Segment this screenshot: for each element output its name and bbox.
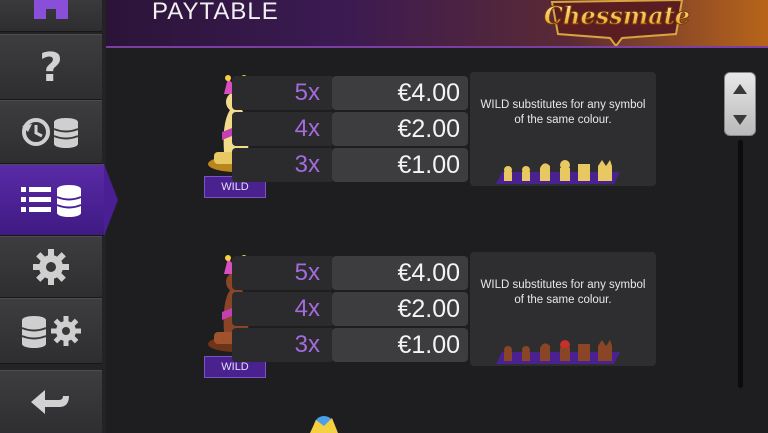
history-button[interactable] <box>0 100 102 164</box>
history-icon <box>22 118 79 148</box>
help-icon: ? <box>39 45 62 89</box>
payout-amount: €4.00 <box>332 76 468 110</box>
multiplier: 4x <box>232 292 332 326</box>
arrow-down-icon <box>733 114 747 125</box>
home-button[interactable] <box>0 0 102 32</box>
pay-row: 4x €2.00 <box>232 112 468 146</box>
payout-amount: €1.00 <box>332 148 468 182</box>
pay-row: 3x €1.00 <box>232 328 468 362</box>
settings-icon <box>33 249 69 285</box>
back-button[interactable] <box>0 370 102 433</box>
paytable-screen: PAYTABLE Chessmate ? WILD 5x €4.00 4x €2… <box>0 0 768 433</box>
page-title: PAYTABLE <box>152 0 279 25</box>
home-icon <box>34 0 68 19</box>
payout-amount: €4.00 <box>332 256 468 290</box>
payout-amount: €2.00 <box>332 112 468 146</box>
paytable-button[interactable] <box>0 164 118 236</box>
multiplier: 3x <box>232 328 332 362</box>
settings-button[interactable] <box>0 236 102 298</box>
payout-amount: €1.00 <box>332 328 468 362</box>
wild-description: WILD substitutes for any symbol of the s… <box>480 99 646 126</box>
wild-description: WILD substitutes for any symbol of the s… <box>480 279 646 306</box>
help-button[interactable]: ? <box>0 34 102 100</box>
paytable-icon <box>21 185 82 217</box>
bet-settings-icon <box>21 316 81 348</box>
multiplier: 4x <box>232 112 332 146</box>
gold-chess-pieces-image <box>496 160 620 184</box>
chessmate-logo: Chessmate <box>543 0 691 46</box>
payout-amount: €2.00 <box>332 292 468 326</box>
pay-row: 5x €4.00 <box>232 256 468 290</box>
multiplier: 5x <box>232 76 332 110</box>
scrollbar-track[interactable] <box>738 140 743 388</box>
svg-text:Chessmate: Chessmate <box>544 1 690 30</box>
multiplier: 5x <box>232 256 332 290</box>
paytable-group-gold-wild: WILD 5x €4.00 4x €2.00 3x €1.00 WILD sub… <box>200 72 660 198</box>
pay-row: 4x €2.00 <box>232 292 468 326</box>
bet-settings-button[interactable] <box>0 298 102 364</box>
paytable-group-bronze-wild: WILD 5x €4.00 4x €2.00 3x €1.00 WILD sub… <box>200 252 660 378</box>
scroll-buttons <box>724 72 756 136</box>
svg-text:?: ? <box>39 45 62 89</box>
back-icon <box>31 390 69 414</box>
multiplier: 3x <box>232 148 332 182</box>
sidebar: ? <box>0 0 118 433</box>
bronze-chess-pieces-image <box>496 340 620 364</box>
scroll-up-button[interactable] <box>725 73 755 104</box>
pay-row: 5x €4.00 <box>232 76 468 110</box>
pay-row: 3x €1.00 <box>232 148 468 182</box>
scroll-down-button[interactable] <box>725 104 755 135</box>
header-bar: PAYTABLE Chessmate <box>106 0 768 48</box>
wild-description-panel: WILD substitutes for any symbol of the s… <box>470 72 656 186</box>
next-symbol-preview <box>310 416 338 433</box>
wild-description-panel: WILD substitutes for any symbol of the s… <box>470 252 656 366</box>
arrow-up-icon <box>733 83 747 94</box>
